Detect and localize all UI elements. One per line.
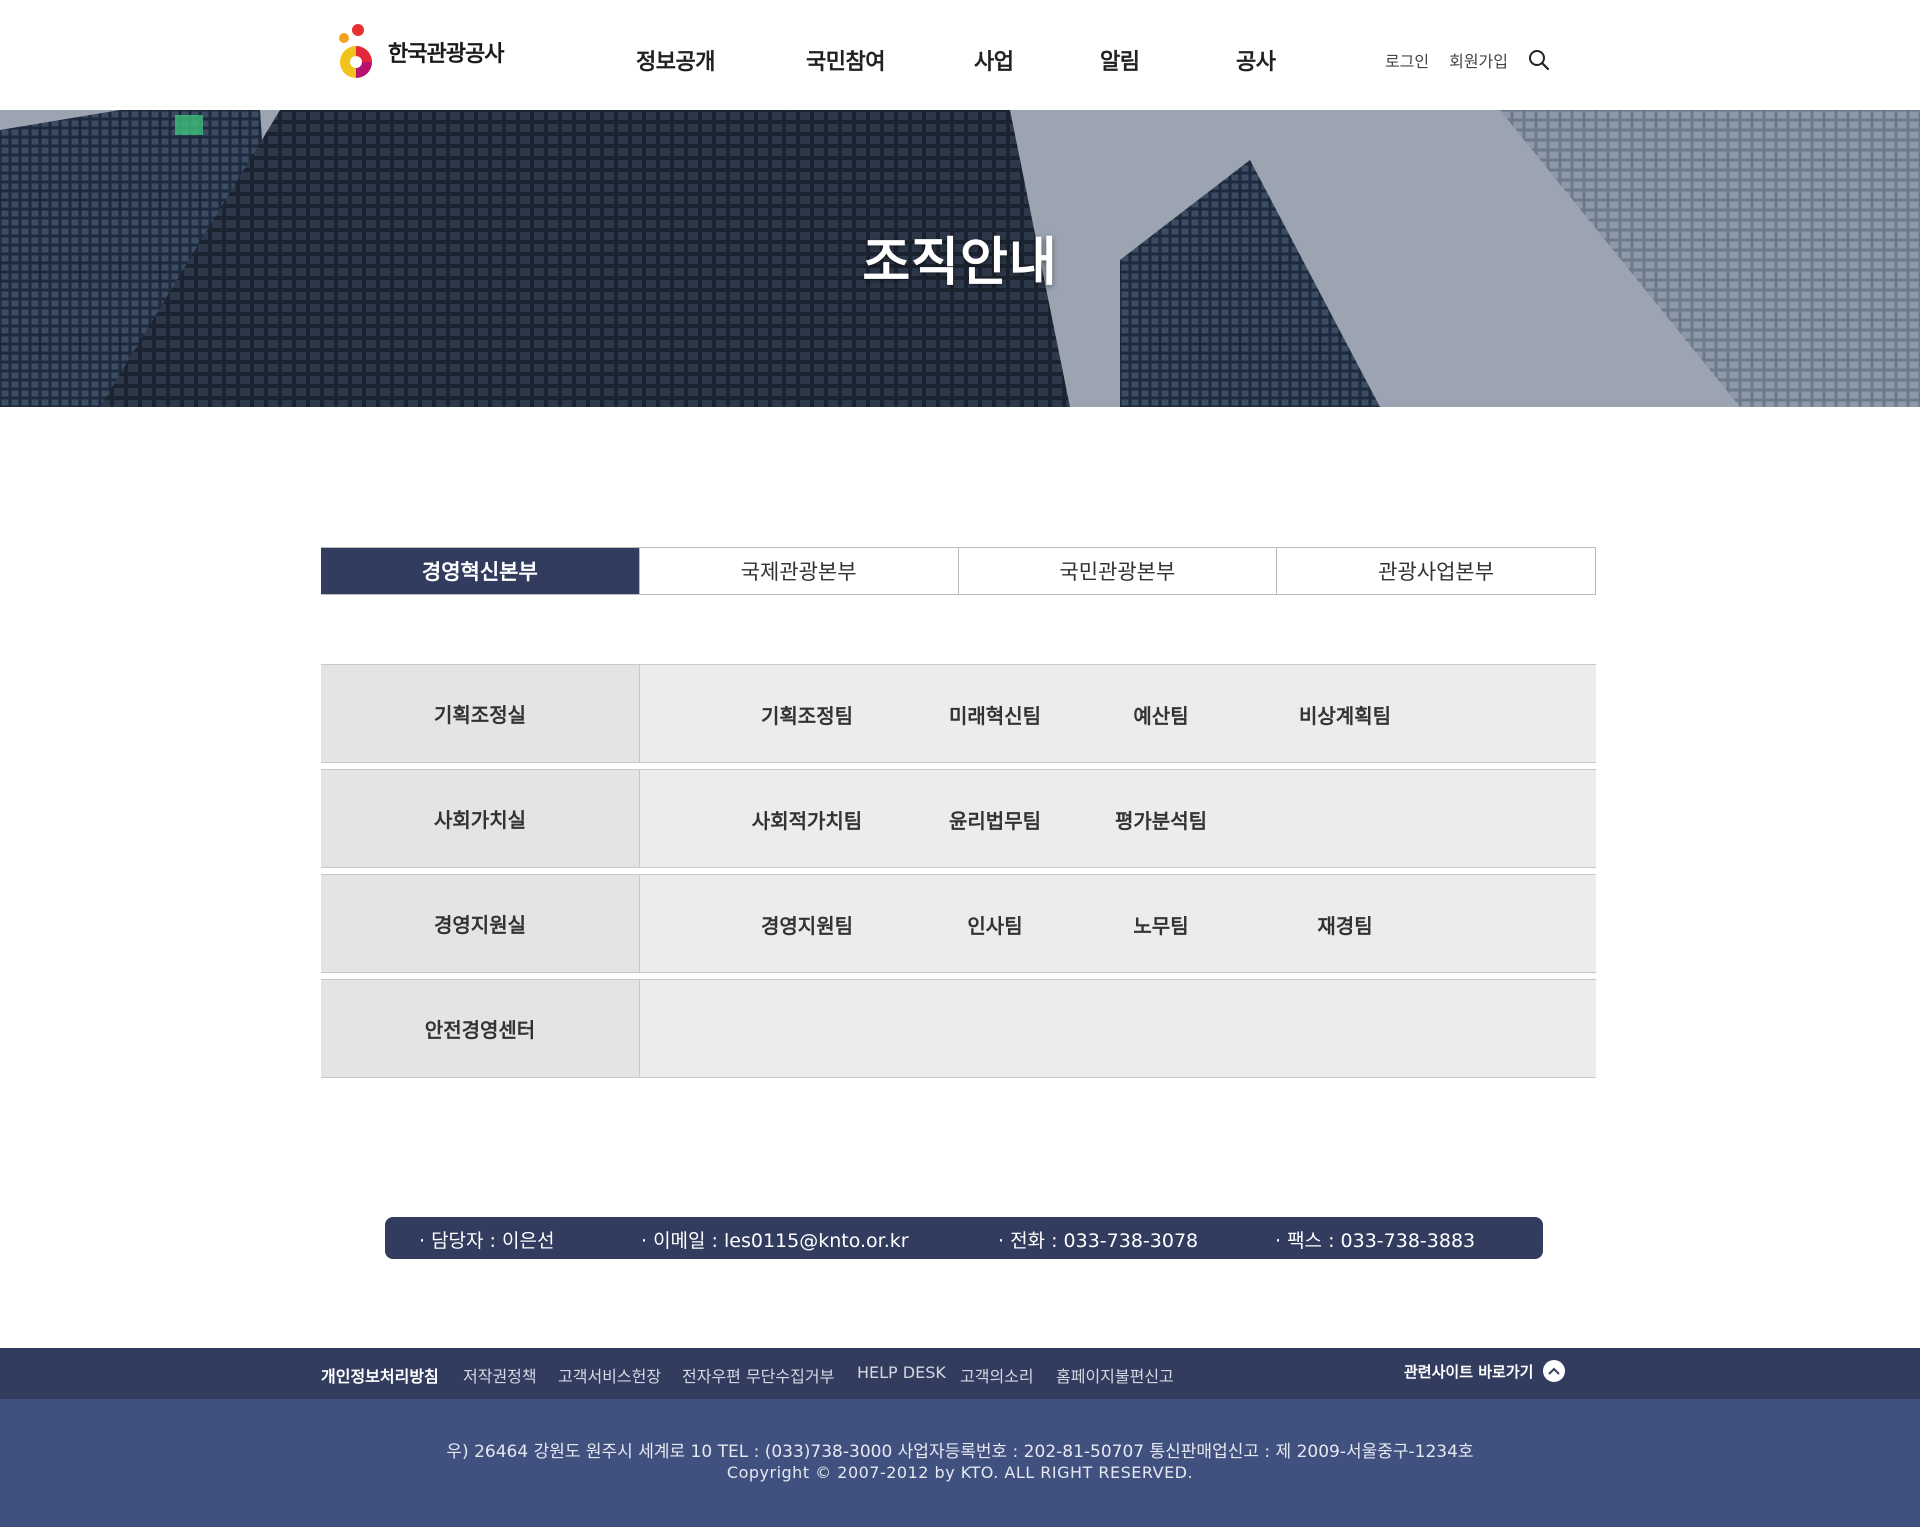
team-item[interactable]: 평가분석팀 [1086,770,1236,869]
dept-name: 기획조정실 [321,665,640,762]
logo-text: 한국관광공사 [388,42,504,67]
dept-name: 안전경영센터 [321,980,640,1077]
division-tabs: 경영혁신본부 국제관광본부 국민관광본부 관광사업본부 [321,547,1596,595]
footer-links: 개인정보처리방침 저작권정책 고객서비스헌장 전자우편 무단수집거부 HELP … [0,1348,1920,1399]
contact-phone: · 전화 : 033-738-3078 [998,1230,1199,1252]
tab-tourism-business[interactable]: 관광사업본부 [1276,548,1596,594]
team-item[interactable]: 사회적가치팀 [732,770,882,869]
team-list [640,980,1596,1077]
footer-link-service-charter[interactable]: 고객서비스헌장 [558,1363,661,1387]
chevron-up-icon [1543,1360,1566,1382]
nav-item-info[interactable]: 정보공개 [636,44,715,76]
team-item[interactable]: 재경팀 [1270,875,1420,974]
footer-link-inconvenience[interactable]: 홈페이지불편신고 [1056,1363,1174,1387]
main-nav: 정보공개 국민참여 사업 알림 공사 [600,0,1320,120]
kto-logo-icon [339,24,372,78]
hero-banner: 조직안내 [0,110,1920,407]
footer-link-copyright[interactable]: 저작권정책 [463,1363,537,1387]
team-item[interactable]: 윤리법무팀 [920,770,1070,869]
team-item[interactable]: 기획조정팀 [732,665,882,764]
footer-info: 우) 26464 강원도 원주시 세계로 10 TEL : (033)738-3… [0,1399,1920,1527]
team-item[interactable]: 예산팀 [1086,665,1236,764]
signup-link[interactable]: 회원가입 [1449,48,1508,72]
contact-manager: · 담당자 : 이은선 [419,1230,555,1252]
org-row: 경영지원실 경영지원팀 인사팀 노무팀 재경팀 [321,874,1596,973]
footer-link-helpdesk[interactable]: HELP DESK [857,1363,946,1382]
footer-link-email-refusal[interactable]: 전자우편 무단수집거부 [682,1363,834,1387]
nav-item-participation[interactable]: 국민참여 [806,44,885,76]
team-item[interactable]: 경영지원팀 [732,875,882,974]
org-row: 안전경영센터 [321,979,1596,1078]
dept-name: 경영지원실 [321,875,640,972]
footer-link-privacy[interactable]: 개인정보처리방침 [321,1363,439,1387]
contact-fax: · 팩스 : 033-738-3883 [1275,1230,1476,1252]
nav-item-business[interactable]: 사업 [974,44,1014,76]
team-item[interactable]: 비상계획팀 [1270,665,1420,764]
org-table: 기획조정실 기획조정팀 미래혁신팀 예산팀 비상계획팀 사회가치실 사회적가치팀… [321,664,1596,1084]
company-address: 우) 26464 강원도 원주시 세계로 10 TEL : (033)738-3… [446,1442,1474,1462]
team-item[interactable]: 인사팀 [920,875,1070,974]
related-sites-button[interactable]: 관련사이트 바로가기 [1404,1360,1566,1382]
contact-bar: · 담당자 : 이은선 · 이메일 : les0115@knto.or.kr ·… [385,1217,1543,1259]
site-logo[interactable]: 한국관광공사 [334,22,504,82]
team-list: 기획조정팀 미래혁신팀 예산팀 비상계획팀 [640,665,1596,762]
team-list: 경영지원팀 인사팀 노무팀 재경팀 [640,875,1596,972]
nav-item-company[interactable]: 공사 [1236,44,1276,76]
org-row: 기획조정실 기획조정팀 미래혁신팀 예산팀 비상계획팀 [321,664,1596,763]
dept-name: 사회가치실 [321,770,640,867]
search-icon[interactable] [1528,49,1550,71]
tab-international-tourism[interactable]: 국제관광본부 [638,548,958,594]
team-item[interactable]: 노무팀 [1086,875,1236,974]
page-title: 조직안내 [862,233,1058,293]
utility-menu: 로그인 회원가입 [1385,48,1550,72]
site-header: 한국관광공사 정보공개 국민참여 사업 알림 공사 로그인 회원가입 [0,0,1920,110]
team-list: 사회적가치팀 윤리법무팀 평가분석팀 [640,770,1596,867]
related-sites-label: 관련사이트 바로가기 [1404,1362,1534,1381]
copyright: Copyright © 2007-2012 by KTO. ALL RIGHT … [726,1463,1194,1482]
team-item[interactable]: 미래혁신팀 [920,665,1070,764]
org-row: 사회가치실 사회적가치팀 윤리법무팀 평가분석팀 [321,769,1596,868]
nav-item-notice[interactable]: 알림 [1100,44,1140,76]
login-link[interactable]: 로그인 [1385,48,1429,72]
footer-link-voice[interactable]: 고객의소리 [960,1363,1034,1387]
tab-management-innovation[interactable]: 경영혁신본부 [321,548,639,594]
contact-email: · 이메일 : les0115@knto.or.kr [641,1230,909,1252]
tab-domestic-tourism[interactable]: 국민관광본부 [957,548,1277,594]
